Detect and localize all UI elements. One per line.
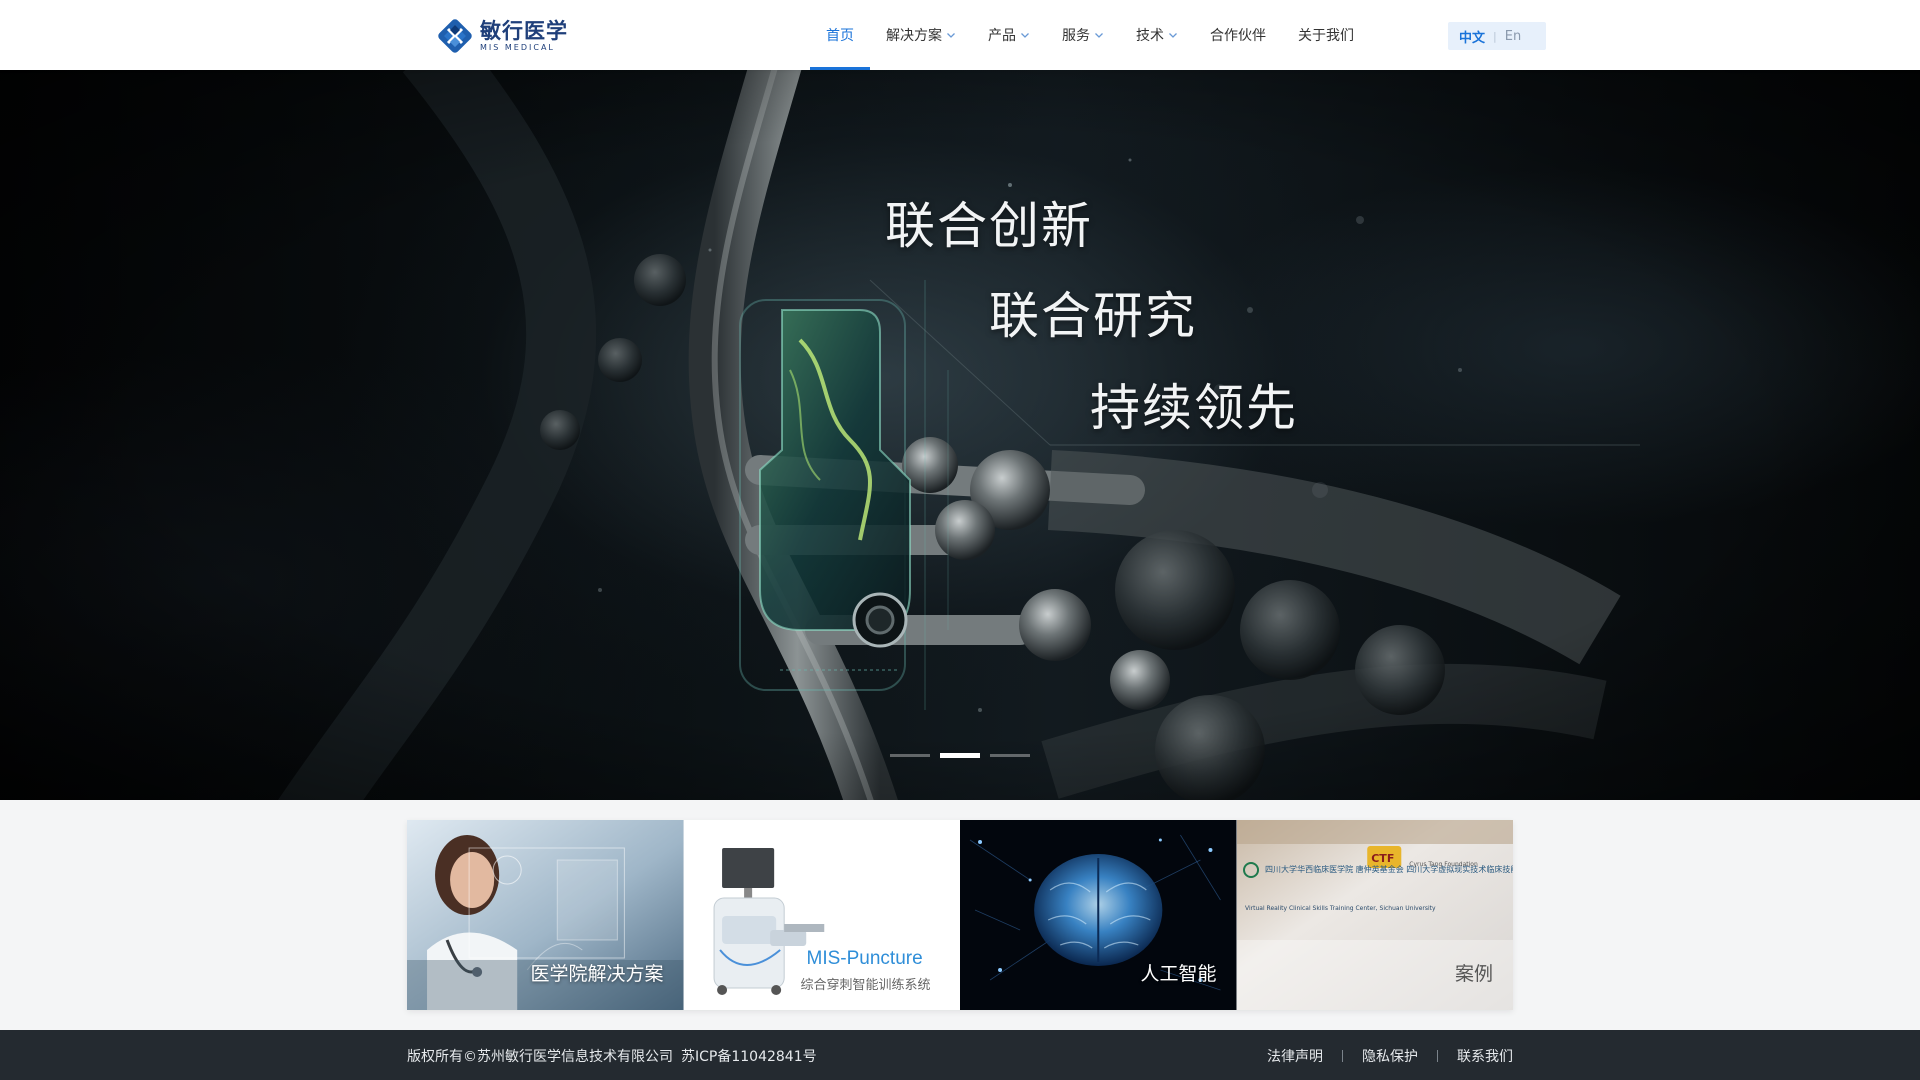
nav-solutions-label: 解决方案 — [886, 28, 942, 44]
nav-home-label: 首页 — [826, 28, 854, 44]
brand-logo[interactable]: 敏行医学 MIS MEDICAL — [438, 18, 568, 54]
card-ai-label: 人工智能 — [1140, 963, 1217, 985]
footer-links: 法律声明 隐私保护 联系我们 — [1267, 1046, 1513, 1066]
site-footer: 版权所有©苏州敏行医学信息技术有限公司 苏ICP备11042841号 法律声明 隐… — [0, 1030, 1920, 1080]
nav-home[interactable]: 首页 — [810, 0, 870, 70]
card-mis-puncture[interactable]: MIS-Puncture 综合穿刺智能训练系统 — [683, 820, 960, 1010]
icp-number[interactable]: 苏ICP备11042841号 — [681, 1049, 817, 1065]
nav-products[interactable]: 产品 — [972, 0, 1046, 70]
site-header: 敏行医学 MIS MEDICAL 首页 解决方案 产品 服务 技术 合作伙伴 关… — [0, 0, 1920, 70]
hero-headline-3: 持续领先 — [1090, 379, 1298, 437]
lang-en-option[interactable]: En — [1505, 29, 1521, 44]
copyright-text: 版权所有©苏州敏行医学信息技术有限公司 — [407, 1049, 673, 1065]
card-cases-label: 案例 — [1454, 963, 1493, 985]
nav-services[interactable]: 服务 — [1046, 0, 1120, 70]
nav-services-label: 服务 — [1062, 28, 1090, 44]
lang-separator: | — [1493, 29, 1497, 43]
chevron-down-icon — [1020, 30, 1030, 40]
carousel-dot-1[interactable] — [890, 754, 930, 757]
nav-partners-label: 合作伙伴 — [1210, 28, 1266, 44]
hero-headline-1: 联合创新 — [885, 197, 1093, 255]
card-medical-school-solution[interactable]: 医学院解决方案 — [407, 820, 684, 1010]
legal-notice-link[interactable]: 法律声明 — [1267, 1046, 1323, 1066]
feature-cards: 医学院解决方案 MIS-Puncture 综合穿刺智能训练系统 人工智能 CTF… — [407, 820, 1513, 1010]
carousel-indicators — [890, 753, 1030, 758]
dna-hero-image — [0, 70, 1920, 800]
logo-mark-icon — [438, 19, 472, 53]
case-sign-en-2: Virtual Reality Clinical Skills Training… — [1245, 905, 1436, 912]
card-artificial-intelligence[interactable]: 人工智能 — [960, 820, 1237, 1010]
brand-name-en: MIS MEDICAL — [480, 42, 555, 52]
footer-divider — [1437, 1050, 1438, 1062]
contact-us-link[interactable]: 联系我们 — [1457, 1046, 1513, 1066]
nav-technology-label: 技术 — [1136, 28, 1164, 44]
card-cases[interactable]: CTF 四川大学华西临床医学院 唐仲英基金会 四川大学虚拟现实技术临床技能实验教… — [1236, 820, 1513, 1010]
card-puncture-title: MIS-Puncture — [806, 948, 923, 969]
privacy-link[interactable]: 隐私保护 — [1362, 1046, 1418, 1066]
hero-headline-2: 联合研究 — [989, 287, 1197, 345]
carousel-dot-2[interactable] — [940, 753, 980, 758]
card-medical-school-label: 医学院解决方案 — [530, 963, 664, 985]
nav-solutions[interactable]: 解决方案 — [870, 0, 972, 70]
language-switcher: 中文 | En — [1448, 22, 1546, 50]
nav-about[interactable]: 关于我们 — [1282, 0, 1370, 70]
nav-technology[interactable]: 技术 — [1120, 0, 1194, 70]
main-nav: 首页 解决方案 产品 服务 技术 合作伙伴 关于我们 — [810, 0, 1370, 70]
footer-divider — [1342, 1050, 1343, 1062]
chevron-down-icon — [1094, 30, 1104, 40]
case-sign-en: Cyrus Tang Foundation — [1409, 861, 1478, 868]
nav-about-label: 关于我们 — [1298, 28, 1354, 44]
carousel-dot-3[interactable] — [990, 754, 1030, 757]
chevron-down-icon — [1168, 30, 1178, 40]
footer-copyright-block: 版权所有©苏州敏行医学信息技术有限公司 苏ICP备11042841号 — [407, 1046, 817, 1066]
nav-products-label: 产品 — [988, 28, 1016, 44]
chevron-down-icon — [946, 30, 956, 40]
nav-partners[interactable]: 合作伙伴 — [1194, 0, 1282, 70]
ctf-logo-text: CTF — [1371, 852, 1394, 865]
card-puncture-subtitle: 综合穿刺智能训练系统 — [800, 978, 931, 993]
brand-name: 敏行医学 — [480, 18, 568, 43]
lang-zh-option[interactable]: 中文 — [1459, 27, 1485, 46]
hero-banner: 联合创新 联合研究 持续领先 — [0, 70, 1920, 800]
